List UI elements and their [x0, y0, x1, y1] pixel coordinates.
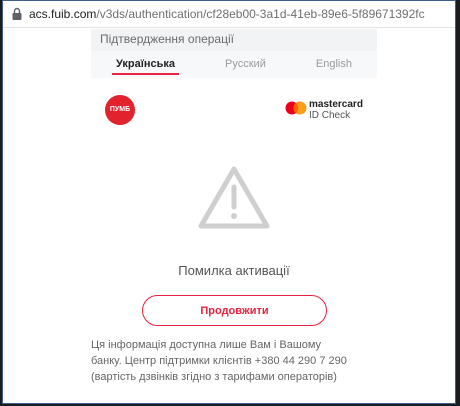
url-host: acs.fuib.com	[29, 7, 97, 21]
mastercard-logo: mastercard ID Check	[285, 99, 365, 123]
warning-triangle-icon	[198, 166, 270, 229]
browser-window: acs.fuib.com/v3ds/authentication/cf28eb0…	[2, 0, 456, 404]
address-bar[interactable]: acs.fuib.com/v3ds/authentication/cf28eb0…	[3, 1, 455, 28]
info-line: (вартість дзвінків згідно з тарифами опе…	[91, 371, 337, 383]
logos-row: ПУМБ mastercard ID Check	[91, 78, 377, 138]
authentication-page: Підтвердження операції Українська Русски…	[91, 29, 377, 403]
info-line: банку. Центр підтримки клієнтів +380 44 …	[91, 355, 347, 367]
mastercard-wordmark: mastercard	[309, 99, 363, 110]
page-title: Підтвердження операції	[91, 29, 377, 51]
lock-icon	[12, 7, 22, 20]
support-info: Ця інформація доступна лише Вам і Вашому…	[91, 337, 377, 385]
tab-russian[interactable]: Русский	[221, 51, 270, 78]
mastercard-id-check: ID Check	[309, 110, 351, 121]
language-tabs: Українська Русский English	[91, 51, 377, 78]
info-line: Ця інформація доступна лише Вам і Вашому	[91, 339, 322, 351]
tab-english[interactable]: English	[312, 51, 356, 78]
mastercard-circles-icon	[285, 101, 307, 115]
error-message: Помилка активації	[178, 263, 290, 278]
continue-button[interactable]: Продовжити	[142, 295, 327, 326]
url-path: /v3ds/authentication/cf28eb00-3a1d-41eb-…	[96, 7, 425, 21]
tab-ukrainian[interactable]: Українська	[112, 51, 180, 78]
pumb-logo: ПУМБ	[105, 95, 135, 125]
